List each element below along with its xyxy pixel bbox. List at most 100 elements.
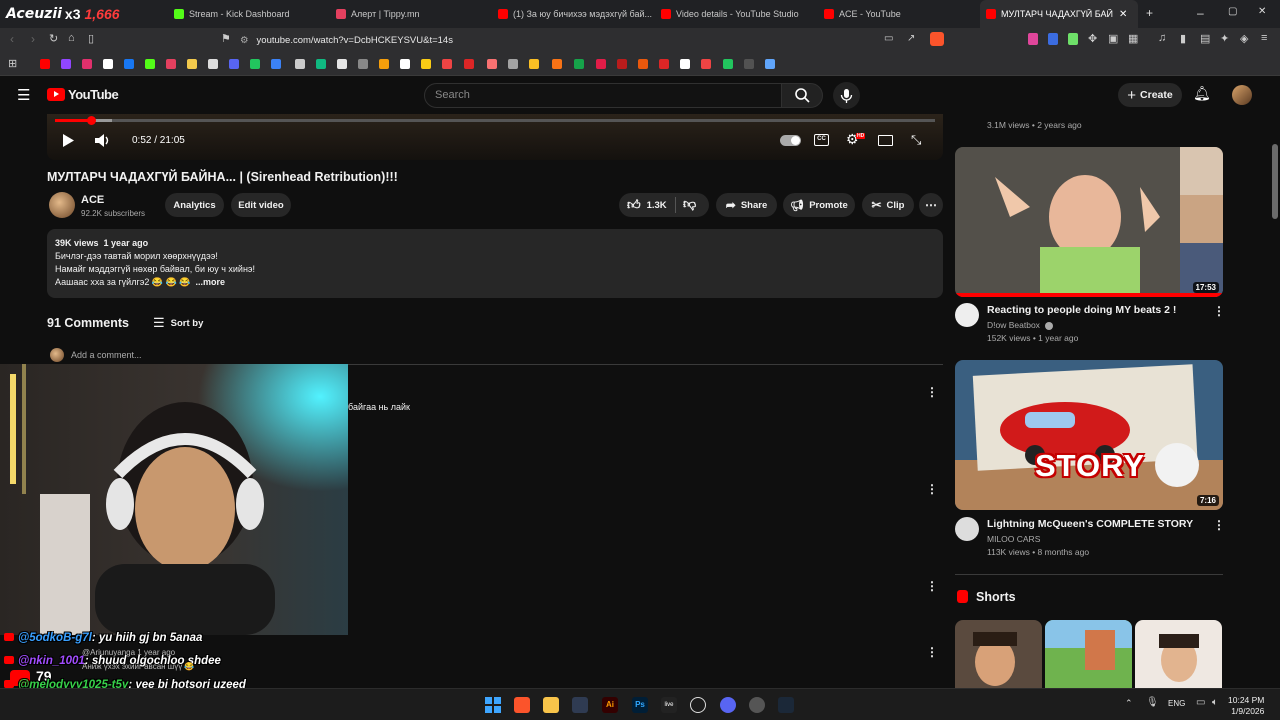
play-icon[interactable]: [61, 133, 75, 148]
notifications-bell-icon[interactable]: 🔔︎: [1193, 85, 1211, 102]
discord-icon[interactable]: [720, 697, 736, 713]
minimize-button[interactable]: –: [1197, 6, 1204, 20]
home-icon[interactable]: ⌂: [68, 32, 75, 44]
menu-icon[interactable]: ≡: [1261, 32, 1267, 44]
more-actions-icon[interactable]: ⋯: [919, 193, 943, 217]
reader-icon[interactable]: ▮: [1180, 32, 1186, 45]
puzzle-extensions-icon[interactable]: ✥: [1088, 32, 1097, 45]
autoplay-toggle[interactable]: [780, 135, 801, 146]
account-avatar[interactable]: [1232, 85, 1252, 105]
url-field[interactable]: ⚙ youtube.com/watch?v=DcbHCKEYSVU&t=14s: [240, 31, 950, 49]
comment-options-icon[interactable]: ⋮: [926, 579, 938, 593]
apps-grid-icon[interactable]: ⊞: [8, 57, 17, 70]
bookmark-icon[interactable]: ⚑: [221, 32, 231, 45]
search-button[interactable]: [781, 83, 823, 108]
bookmark-icon[interactable]: [295, 59, 305, 69]
vpn-icon[interactable]: ◈: [1240, 32, 1248, 45]
forward-arrow-icon[interactable]: ›: [31, 32, 35, 46]
bookmark-icon[interactable]: [421, 59, 431, 69]
music-icon[interactable]: ♫: [1158, 32, 1166, 44]
comment-options-icon[interactable]: ⋮: [926, 482, 938, 496]
description-box[interactable]: 39K views 1 year ago Бичлэг-дээ тавтай м…: [47, 229, 943, 298]
steam-icon[interactable]: [778, 697, 794, 713]
bookmark-twitch-icon[interactable]: [61, 59, 71, 69]
comment-options-icon[interactable]: ⋮: [926, 645, 938, 659]
bookmark-facebook-icon[interactable]: [124, 59, 134, 69]
bookmark-icon[interactable]: [574, 59, 584, 69]
progress-scrubber[interactable]: [87, 116, 97, 125]
tab-tippy[interactable]: Алерт | Tippy.mn: [330, 0, 490, 28]
bookmark-icon[interactable]: [596, 59, 606, 69]
channel-avatar[interactable]: [955, 303, 979, 327]
file-explorer-icon[interactable]: [543, 697, 559, 713]
site-settings-icon[interactable]: ⚙: [240, 35, 249, 46]
bookmark-icon[interactable]: [659, 59, 669, 69]
bookmark-icon[interactable]: [250, 59, 260, 69]
new-tab-button[interactable]: +: [1146, 6, 1153, 20]
bookmark-icon[interactable]: [638, 59, 648, 69]
microphone-tray-icon[interactable]: 🎙︎: [1146, 697, 1159, 708]
related-video-thumbnail[interactable]: STORY 7:16: [955, 360, 1223, 510]
tab-close-icon[interactable]: ✕: [1119, 9, 1127, 20]
progress-bar[interactable]: [55, 116, 935, 125]
wallet-icon[interactable]: ▤: [1200, 32, 1210, 45]
search-input[interactable]: Search: [424, 83, 782, 108]
photoshop-icon[interactable]: Ps: [632, 697, 648, 713]
bookmark-icon[interactable]: [552, 59, 562, 69]
bookmark-tiktok-icon[interactable]: [103, 59, 113, 69]
windows-start-icon[interactable]: [485, 697, 501, 713]
app-icon[interactable]: [749, 697, 765, 713]
extension-icon[interactable]: [1048, 33, 1058, 45]
bookmark-icon[interactable]: [166, 59, 176, 69]
extension-icon[interactable]: [1068, 33, 1078, 45]
thumbs-up-icon[interactable]: 👍︎: [627, 197, 641, 213]
bookmark-icon[interactable]: [442, 59, 452, 69]
voice-search-button[interactable]: [833, 82, 860, 109]
brave-shield-icon[interactable]: [930, 32, 944, 46]
captions-icon[interactable]: CC: [814, 134, 829, 146]
fullscreen-icon[interactable]: ⤡: [911, 132, 921, 148]
show-more-link[interactable]: ...more: [195, 277, 225, 287]
related-video-title[interactable]: Lightning McQueen's COMPLETE STORY: [987, 518, 1193, 530]
add-comment-input[interactable]: Add a comment...: [71, 350, 142, 360]
bookmark-icon[interactable]: [765, 59, 775, 69]
channel-name[interactable]: ACE: [81, 194, 104, 206]
analytics-button[interactable]: Analytics: [165, 193, 224, 217]
related-video-thumbnail[interactable]: 17:53: [955, 147, 1223, 297]
illustrator-icon[interactable]: Ai: [602, 697, 618, 713]
thumbs-down-icon[interactable]: 👎︎: [683, 196, 696, 212]
edit-video-button[interactable]: Edit video: [231, 193, 291, 217]
tab-kick-dashboard[interactable]: Stream - Kick Dashboard: [168, 0, 328, 28]
tab-active-video[interactable]: МУЛТАРЧ ЧАДАХГҮЙ БАЙН... ✕: [980, 0, 1138, 28]
cast-icon[interactable]: ▭: [884, 33, 893, 44]
related-video-title[interactable]: Reacting to people doing MY beats 2 !: [987, 304, 1176, 316]
create-button[interactable]: + Create: [1118, 83, 1182, 107]
share-button[interactable]: ➦ Share: [716, 193, 777, 217]
translate-icon[interactable]: ▣: [1108, 32, 1118, 45]
clip-button[interactable]: ✂ Clip: [862, 193, 914, 217]
bookmark-icon[interactable]: [316, 59, 326, 69]
bookmark-youtube-icon[interactable]: [40, 59, 50, 69]
bookmark-icon[interactable]: [271, 59, 281, 69]
sidebar-toggle-icon[interactable]: ▯: [88, 32, 94, 45]
tab-ace-youtube[interactable]: ACE - YouTube: [818, 0, 978, 28]
tab-aceuzii[interactable]: Aceuzii x3 1,666: [0, 0, 160, 28]
youtube-logo[interactable]: YouTube: [47, 87, 119, 102]
obs-icon[interactable]: [690, 697, 706, 713]
like-count[interactable]: 1.3K: [647, 200, 667, 211]
network-icon[interactable]: ▭: [1196, 697, 1205, 708]
bookmark-icon[interactable]: [358, 59, 368, 69]
bookmark-instagram-icon[interactable]: [82, 59, 92, 69]
bookmark-icon[interactable]: [744, 59, 754, 69]
comment-options-icon[interactable]: ⋮: [926, 385, 938, 399]
video-options-icon[interactable]: ⋮: [1213, 518, 1225, 532]
theater-mode-icon[interactable]: [878, 135, 893, 146]
channel-avatar[interactable]: [955, 517, 979, 541]
chevron-up-icon[interactable]: ⌃: [1125, 698, 1133, 709]
bookmark-icon[interactable]: [487, 59, 497, 69]
bookmark-icon[interactable]: [464, 59, 474, 69]
scrollbar-thumb[interactable]: [1272, 144, 1278, 219]
bookmark-icon[interactable]: [701, 59, 711, 69]
bookmark-icon[interactable]: [379, 59, 389, 69]
brave-browser-icon[interactable]: [514, 697, 530, 713]
